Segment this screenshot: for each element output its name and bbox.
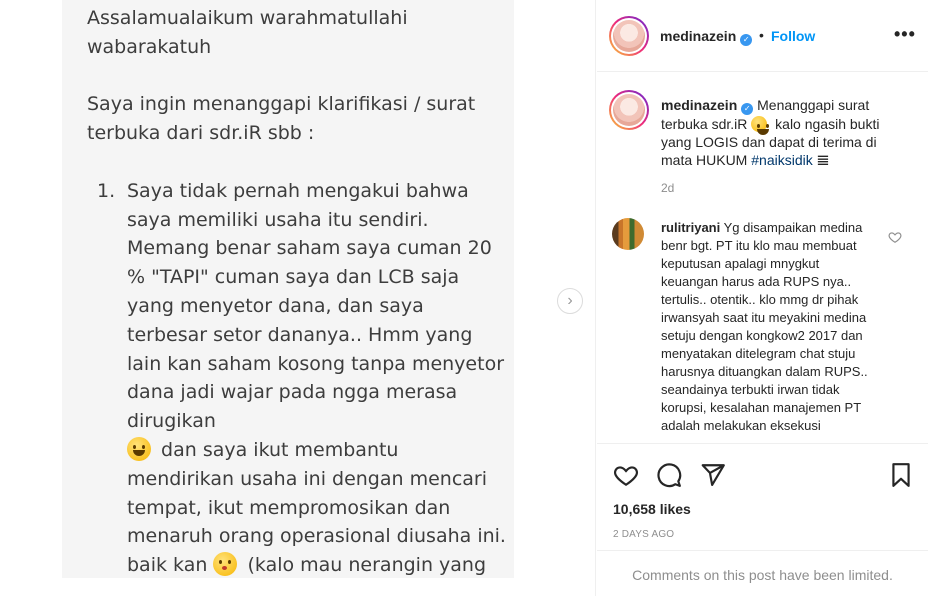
avatar-ring: [611, 18, 647, 54]
verified-badge-icon: ✓: [741, 103, 754, 115]
next-slide-button[interactable]: ›: [557, 288, 583, 314]
caption-text: medinazein ✓ Menanggapi surat terbuka sdr…: [661, 96, 911, 169]
media-list-item: 1. Saya tidak pernah mengakui bahwa saya…: [87, 177, 507, 578]
like-comment-heart-icon[interactable]: [888, 230, 902, 244]
header-separator: •: [759, 27, 764, 43]
post-media: Assalamualaikum warahmatullahi wabarakat…: [0, 0, 596, 601]
follow-button[interactable]: Follow: [771, 28, 815, 44]
list-text-part1: Saya tidak pernah mengakui bahwa saya me…: [127, 179, 505, 433]
list-number: 1.: [97, 179, 116, 202]
likes-count[interactable]: 10,658 likes: [613, 501, 691, 517]
commenter-avatar[interactable]: [612, 218, 644, 250]
avatar-image: [613, 20, 645, 52]
post-date[interactable]: 2 DAYS AGO: [613, 529, 674, 540]
kissing-emoji-icon: [213, 552, 238, 577]
post-side-panel: medinazein ✓ • Follow ••• medinazein ✓ Men…: [597, 0, 928, 601]
caption-trailing-symbol: 𝌆: [816, 152, 830, 168]
caption-hashtag[interactable]: #naiksidik: [751, 152, 812, 168]
comment-body: Yg disampaikan medina benr bgt. PT itu k…: [661, 220, 868, 433]
more-options-icon[interactable]: •••: [894, 24, 916, 45]
page-bottom-edge: [0, 596, 928, 601]
comment-username[interactable]: rulitriyani: [661, 220, 720, 235]
media-image: Assalamualaikum warahmatullahi wabarakat…: [62, 0, 514, 578]
header-username-text[interactable]: medinazein: [660, 28, 736, 44]
comments-limited-notice: Comments on this post have been limited.: [597, 550, 928, 601]
avatar-image: [613, 94, 645, 126]
media-intro: Saya ingin menanggapi klarifikasi / sura…: [87, 93, 476, 145]
caption-username[interactable]: medinazein: [661, 97, 737, 113]
verified-badge-icon: ✓: [740, 34, 753, 46]
header-username[interactable]: medinazein ✓: [660, 28, 753, 46]
share-paper-plane-icon[interactable]: [700, 462, 726, 488]
comment-text: rulitriyani Yg disampaikan medina benr b…: [661, 219, 876, 435]
chevron-right-icon: ›: [567, 292, 573, 309]
post-actions: 10,658 likes 2 DAYS AGO Comments on this…: [597, 443, 928, 601]
avatar-ring: [611, 92, 647, 128]
save-bookmark-icon[interactable]: [888, 462, 914, 488]
post-header: medinazein ✓ • Follow •••: [597, 0, 928, 72]
like-heart-icon[interactable]: [613, 462, 639, 488]
caption-timestamp[interactable]: 2d: [661, 181, 674, 195]
comment-bubble-icon[interactable]: [656, 462, 682, 488]
comments-section[interactable]: medinazein ✓ Menanggapi surat terbuka sdr…: [597, 73, 928, 443]
list-body: Saya tidak pernah mengakui bahwa saya me…: [127, 177, 507, 578]
author-avatar[interactable]: [609, 16, 649, 56]
smiling-emoji-icon: [751, 116, 770, 135]
caption-avatar[interactable]: [609, 90, 649, 130]
media-greeting: Assalamualaikum warahmatullahi wabarakat…: [87, 7, 408, 58]
media-text-block: Assalamualaikum warahmatullahi wabarakat…: [87, 4, 507, 578]
grinning-emoji-icon: [127, 436, 151, 461]
